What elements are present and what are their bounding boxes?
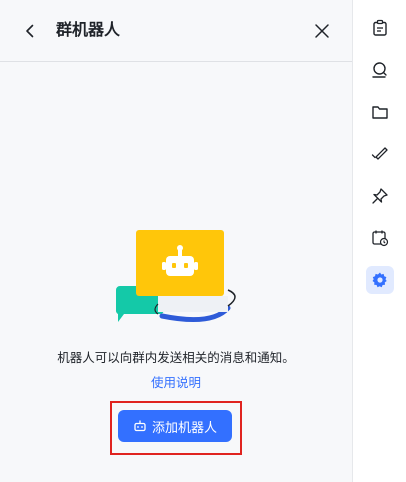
pen-check-icon xyxy=(371,147,388,160)
page-title: 群机器人 xyxy=(56,20,121,39)
clipboard-icon xyxy=(373,19,387,36)
close-button[interactable] xyxy=(308,17,336,45)
sidebar-item-calendar-clock[interactable] xyxy=(366,224,394,252)
main-panel: 群机器人 机器人可以向群内发送相关的消息和通知。 使用说明 添加机器人 xyxy=(0,0,352,482)
right-toolbar xyxy=(352,0,406,482)
usage-guide-link[interactable]: 使用说明 xyxy=(151,375,201,390)
panel-header: 群机器人 xyxy=(0,0,352,62)
sidebar-item-folder[interactable] xyxy=(366,98,394,126)
gear-icon xyxy=(372,272,387,288)
robot-settings-window: 群机器人 机器人可以向群内发送相关的消息和通知。 使用说明 添加机器人 xyxy=(0,0,406,482)
calendar-clock-icon xyxy=(372,230,389,247)
add-robot-button[interactable]: 添加机器人 xyxy=(118,410,232,442)
pin-icon xyxy=(372,188,388,204)
robot-icon xyxy=(133,419,147,433)
sidebar-item-pin[interactable] xyxy=(366,182,394,210)
folder-icon xyxy=(372,106,388,119)
robot-illustration xyxy=(115,230,236,323)
sidebar-item-pen-check[interactable] xyxy=(366,140,394,168)
sidebar-item-search-message[interactable] xyxy=(366,56,394,84)
description-text: 机器人可以向群内发送相关的消息和通知。 xyxy=(57,350,295,365)
sidebar-item-clipboard[interactable] xyxy=(366,14,394,42)
sidebar-item-settings[interactable] xyxy=(366,266,394,294)
back-button[interactable] xyxy=(16,17,44,45)
close-icon xyxy=(315,24,329,38)
search-message-icon xyxy=(372,62,387,78)
help-link-row: 使用说明 xyxy=(0,373,352,393)
add-robot-label: 添加机器人 xyxy=(151,420,217,436)
chevron-left-icon xyxy=(26,24,34,38)
